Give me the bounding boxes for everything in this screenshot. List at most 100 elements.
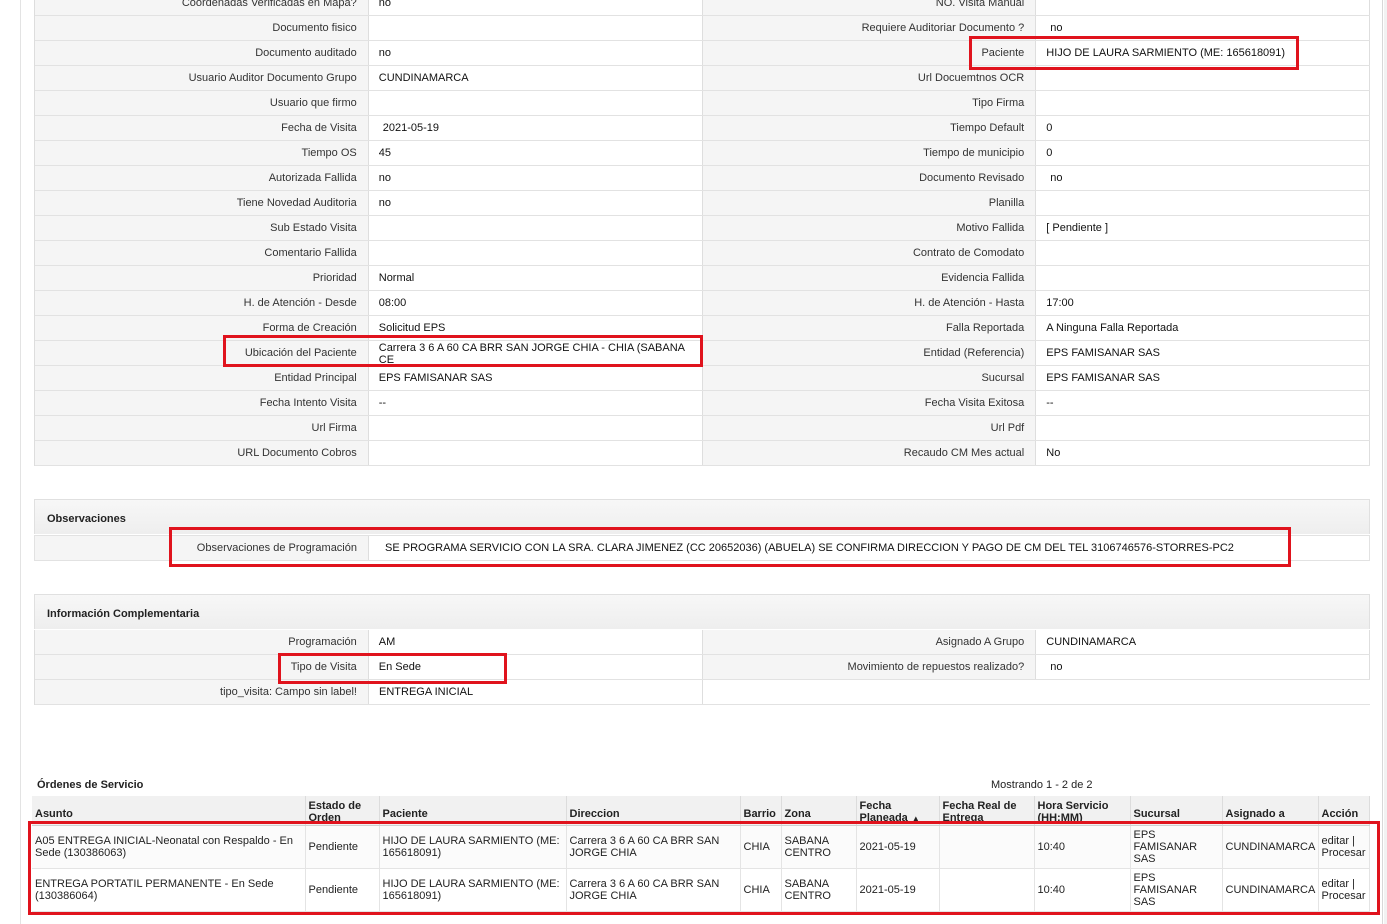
- cell-sucursal: EPS FAMISANAR SAS: [1130, 868, 1223, 912]
- recaudo-cm-mes-actual-label: Recaudo CM Mes actual: [702, 441, 1037, 465]
- col-header-sucursal[interactable]: Sucursal: [1130, 796, 1223, 826]
- tiempo-default-value: 0: [1036, 116, 1370, 140]
- url-pdf-label: Url Pdf: [702, 416, 1037, 440]
- detail-row: Fecha Intento Visita -- Fecha Visita Exito…: [35, 391, 1370, 416]
- col-header-asunto[interactable]: Asunto: [32, 796, 306, 826]
- orders-table: Asunto Estado de Orden Paciente Direccion Ba…: [32, 796, 1370, 912]
- prioridad-label: Prioridad: [35, 266, 369, 290]
- tipo-firma-value: [1036, 91, 1370, 115]
- detail-row: URL Documento Cobros Recaudo CM Mes actua…: [35, 441, 1370, 466]
- requiere-auditoriar-documento-value: no: [1036, 16, 1370, 40]
- no-visita-manual-value: [1036, 0, 1370, 15]
- col-header-fecha-real-de-entrega[interactable]: Fecha Real de Entrega: [939, 796, 1035, 826]
- asignado-a-grupo-value: CUNDINAMARCA: [1036, 630, 1370, 654]
- cell-fecha-planeada: 2021-05-19: [856, 868, 940, 912]
- evidencia-fallida-label: Evidencia Fallida: [702, 266, 1037, 290]
- forma-de-creacion-label: Forma de Creación: [35, 316, 369, 340]
- tiempo-os-value: 45: [369, 141, 703, 165]
- usuario-que-firmo-value: [369, 91, 703, 115]
- cell-fecha-planeada: 2021-05-19: [856, 825, 940, 869]
- requiere-auditoriar-documento-label: Requiere Auditoriar Documento ?: [702, 16, 1037, 40]
- tiempo-de-municipio-label: Tiempo de municipio: [702, 141, 1037, 165]
- cell-fecha-real: [939, 825, 1035, 869]
- motivo-fallida-value: [ Pendiente ]: [1036, 216, 1370, 240]
- usuario-auditor-documento-grupo-label: Usuario Auditor Documento Grupo: [35, 66, 369, 90]
- edit-link[interactable]: editar: [1322, 835, 1350, 847]
- cell-accion: editar | Procesar: [1318, 825, 1370, 869]
- col-header-fecha-planeada[interactable]: Fecha Planeada ▲: [856, 796, 940, 826]
- entidad-referencia-value: EPS FAMISANAR SAS: [1036, 341, 1370, 365]
- observaciones-row: Observaciones de Programación SE PROGRAM…: [34, 535, 1370, 561]
- detail-row: Forma de Creación Solicitud EPS Falla Repo…: [35, 316, 1370, 341]
- table-row: ENTREGA PORTATIL PERMANENTE - En Sede (1…: [32, 868, 1370, 912]
- fecha-intento-visita-value: --: [369, 391, 703, 415]
- col-header-estado-de-orden[interactable]: Estado de Orden: [305, 796, 380, 826]
- cell-direccion: Carrera 3 6 A 60 CA BRR SAN JORGE CHIA: [566, 825, 741, 869]
- h-de-atencion-hasta-label: H. de Atención - Hasta: [702, 291, 1037, 315]
- separator: |: [1349, 835, 1355, 847]
- falla-reportada-label: Falla Reportada: [702, 316, 1037, 340]
- cell-barrio: CHIA: [740, 868, 782, 912]
- url-docuemtnos-ocr-label: Url Docuemtnos OCR: [702, 66, 1037, 90]
- detail-row: Tiene Novedad Auditoria no Planilla: [35, 191, 1370, 216]
- sub-estado-visita-label: Sub Estado Visita: [35, 216, 369, 240]
- url-firma-label: Url Firma: [35, 416, 369, 440]
- detail-row: tipo_visita: Campo sin label! ENTREGA INI…: [35, 680, 1370, 705]
- asignado-a-grupo-label: Asignado A Grupo: [702, 630, 1037, 654]
- autorizada-fallida-value: no: [369, 166, 703, 190]
- documento-fisico-label: Documento fisico: [35, 16, 369, 40]
- fecha-de-visita-value: 2021-05-19: [369, 116, 703, 140]
- cell-zona: SABANA CENTRO: [781, 825, 857, 869]
- tiempo-os-label: Tiempo OS: [35, 141, 369, 165]
- col-header-barrio[interactable]: Barrio: [740, 796, 782, 826]
- detail-row: Prioridad Normal Evidencia Fallida: [35, 266, 1370, 291]
- documento-auditado-label: Documento auditado: [35, 41, 369, 65]
- col-header-paciente[interactable]: Paciente: [379, 796, 567, 826]
- h-de-atencion-hasta-value: 17:00: [1036, 291, 1370, 315]
- orders-count: Mostrando 1 - 2 de 2: [991, 779, 1093, 791]
- tipo-de-visita-label: Tipo de Visita: [35, 655, 369, 679]
- tiempo-default-label: Tiempo Default: [702, 116, 1037, 140]
- process-link[interactable]: Procesar: [1322, 847, 1366, 859]
- col-header-hora-servicio-hh-mm[interactable]: Hora Servicio (HH:MM): [1034, 796, 1131, 826]
- col-header-direccion[interactable]: Direccion: [566, 796, 741, 826]
- cell-asunto: A05 ENTREGA INICIAL-Neonatal con Respald…: [32, 825, 306, 869]
- sort-asc-icon[interactable]: ▲: [912, 814, 920, 823]
- url-pdf-value: [1036, 416, 1370, 440]
- h-de-atencion-desde-value: 08:00: [369, 291, 703, 315]
- col-header-zona[interactable]: Zona: [781, 796, 857, 826]
- detail-row: Usuario Auditor Documento Grupo CUNDINAMA…: [35, 66, 1370, 91]
- observaciones-label: Observaciones de Programación: [35, 536, 369, 560]
- detail-row: Url Firma Url Pdf: [35, 416, 1370, 441]
- process-link[interactable]: Procesar: [1322, 890, 1366, 902]
- detail-row: Entidad Principal EPS FAMISANAR SAS Sucurs…: [35, 366, 1370, 391]
- page-border-right: [1382, 0, 1383, 924]
- col-header-asignado-a[interactable]: Asignado a: [1222, 796, 1319, 826]
- url-documento-cobros-value: [369, 441, 703, 465]
- entidad-principal-value: EPS FAMISANAR SAS: [369, 366, 703, 390]
- sucursal-value: EPS FAMISANAR SAS: [1036, 366, 1370, 390]
- cell-paciente: HIJO DE LAURA SARMIENTO (ME: 165618091): [379, 825, 567, 869]
- url-docuemtnos-ocr-value: [1036, 66, 1370, 90]
- documento-auditado-value: no: [369, 41, 703, 65]
- cell-direccion: Carrera 3 6 A 60 CA BRR SAN JORGE CHIA: [566, 868, 741, 912]
- planilla-label: Planilla: [702, 191, 1037, 215]
- url-documento-cobros-label: URL Documento Cobros: [35, 441, 369, 465]
- paciente-value: HIJO DE LAURA SARMIENTO (ME: 165618091): [1036, 41, 1370, 65]
- col-header-accion[interactable]: Acción: [1318, 796, 1370, 826]
- detail-row: Sub Estado Visita Motivo Fallida[ Pendien…: [35, 216, 1370, 241]
- entidad-principal-label: Entidad Principal: [35, 366, 369, 390]
- tiempo-de-municipio-value: 0: [1036, 141, 1370, 165]
- programacion-label: Programación: [35, 630, 369, 654]
- table-row: A05 ENTREGA INICIAL-Neonatal con Respald…: [32, 825, 1370, 869]
- detail-row: Programación AM Asignado A Grupo CUNDINAMAR…: [35, 630, 1370, 655]
- edit-link[interactable]: editar: [1322, 878, 1350, 890]
- detail-row: Ubicación del Paciente Carrera 3 6 A 60 C…: [35, 341, 1370, 366]
- cell-asunto: ENTREGA PORTATIL PERMANENTE - En Sede (1…: [32, 868, 306, 912]
- page-border-left: [20, 0, 21, 924]
- evidencia-fallida-value: [1036, 266, 1370, 290]
- documento-revisado-label: Documento Revisado: [702, 166, 1037, 190]
- tipo-visita-campo-sin-label-label: tipo_visita: Campo sin label!: [35, 680, 369, 704]
- details-table: Coordenadas Verificadas en Mapa? no NO. Vi…: [34, 0, 1370, 466]
- observaciones-header: Observaciones: [34, 499, 1370, 534]
